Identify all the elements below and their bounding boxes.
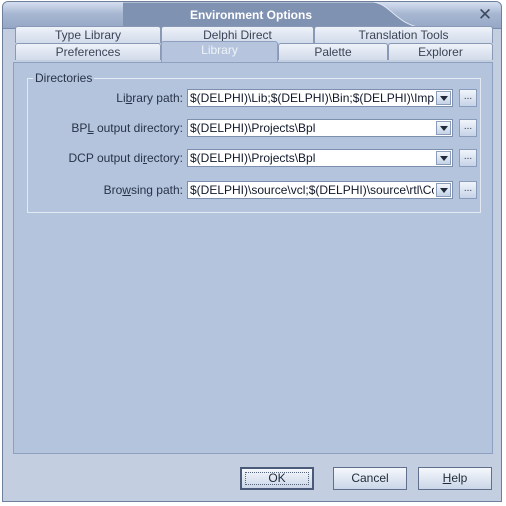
browsing-path-combo[interactable]: $(DELPHI)\source\vcl;$(DELPHI)\source\rt…: [187, 181, 453, 199]
window-title: Environment Options: [189, 8, 312, 22]
close-icon: ✕: [477, 5, 493, 24]
title-bar[interactable]: Environment Options ✕: [3, 2, 501, 29]
dcp-output-dropdown-button[interactable]: [436, 151, 451, 165]
cancel-button[interactable]: Cancel: [333, 467, 407, 490]
chevron-down-icon: [440, 188, 448, 193]
browsing-path-dropdown-button[interactable]: [436, 183, 451, 197]
dcp-output-directory-combo[interactable]: $(DELPHI)\Projects\Bpl: [187, 149, 453, 167]
tab-row-front: Preferences Library Palette Explorer: [15, 41, 493, 62]
tab-library[interactable]: Library: [161, 41, 278, 62]
library-tab-page: Directories Library path: $(DELPHI)\Lib;…: [13, 62, 493, 454]
tab-explorer[interactable]: Explorer: [388, 43, 493, 60]
directories-group-label: Directories: [33, 71, 95, 85]
library-path-dropdown-button[interactable]: [436, 91, 451, 105]
dialog-client-area: Type Library Delphi Direct Translation T…: [3, 26, 501, 501]
library-path-value: $(DELPHI)\Lib;$(DELPHI)\Bin;$(DELPHI)\Im…: [190, 91, 434, 105]
library-path-combo[interactable]: $(DELPHI)\Lib;$(DELPHI)\Bin;$(DELPHI)\Im…: [187, 89, 453, 107]
help-button-label: elp: [451, 471, 468, 485]
dcp-output-directory-value: $(DELPHI)\Projects\Bpl: [190, 151, 316, 165]
title-caption: Environment Options: [123, 2, 423, 28]
chevron-down-icon: [440, 156, 448, 161]
tab-palette[interactable]: Palette: [278, 43, 388, 60]
bpl-output-directory-label: BPL output directory:: [71, 119, 183, 137]
tab-translation-tools[interactable]: Translation Tools: [314, 26, 493, 43]
help-button[interactable]: Help: [418, 467, 492, 490]
bpl-output-directory-combo[interactable]: $(DELPHI)\Projects\Bpl: [187, 119, 453, 137]
dcp-output-browse-button[interactable]: ...: [459, 149, 477, 167]
dcp-output-label-pre: DCP output di: [68, 151, 143, 165]
tab-type-library[interactable]: Type Library: [15, 26, 161, 43]
ok-focus-ring: [245, 472, 309, 485]
chevron-down-icon: [440, 96, 448, 101]
dcp-output-directory-label: DCP output directory:: [68, 149, 183, 167]
cancel-button-label: Cancel: [351, 471, 389, 485]
bpl-output-directory-value: $(DELPHI)\Projects\Bpl: [190, 121, 316, 135]
bpl-output-dropdown-button[interactable]: [436, 121, 451, 135]
bpl-output-browse-button[interactable]: ...: [459, 119, 477, 137]
library-path-label: Library path:: [116, 89, 183, 107]
browsing-path-label-key: w: [122, 183, 131, 197]
chevron-down-icon: [440, 126, 448, 131]
browsing-path-label: Browsing path:: [104, 181, 183, 199]
browsing-path-value: $(DELPHI)\source\vcl;$(DELPHI)\source\rt…: [190, 183, 434, 197]
bpl-output-label-post: output directory:: [93, 121, 183, 135]
browsing-path-browse-button[interactable]: ...: [459, 181, 477, 199]
bpl-output-label-pre: BP: [71, 121, 88, 135]
library-path-browse-button[interactable]: ...: [459, 89, 477, 107]
tab-preferences[interactable]: Preferences: [15, 43, 161, 60]
close-button[interactable]: ✕: [475, 5, 495, 25]
ok-button[interactable]: OK: [240, 467, 314, 490]
browsing-path-label-pre: Bro: [103, 183, 123, 197]
library-path-label-post: rary path:: [132, 91, 183, 105]
environment-options-dialog: Environment Options ✕ Type Library Delph…: [2, 1, 502, 502]
library-path-label-pre: Li: [116, 91, 126, 105]
directories-groupbox: Directories Library path: $(DELPHI)\Lib;…: [27, 71, 481, 213]
browsing-path-label-post: sing path:: [130, 183, 183, 197]
dcp-output-label-post: ectory:: [146, 151, 183, 165]
